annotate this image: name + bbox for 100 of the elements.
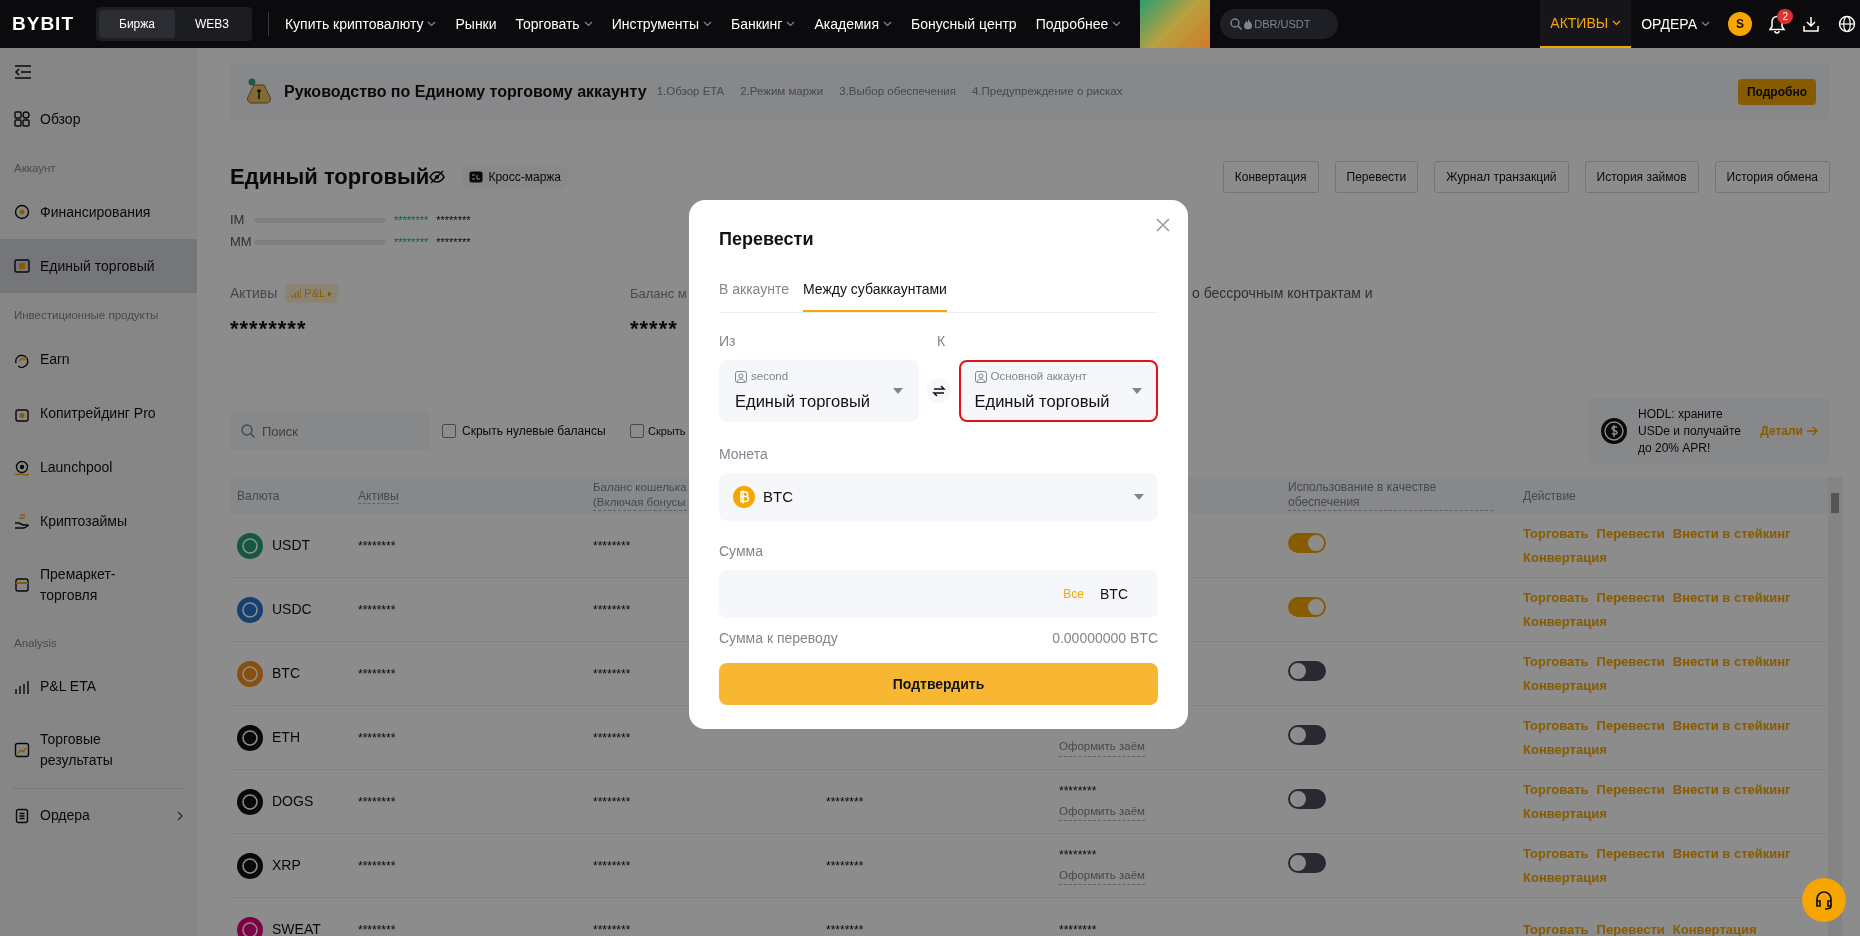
max-link[interactable]: Все: [1063, 585, 1084, 603]
collapse-menu-icon[interactable]: [14, 65, 32, 79]
column-header[interactable]: Валюта: [237, 488, 280, 503]
bell-icon[interactable]: [1768, 14, 1786, 34]
column-header[interactable]: Действие: [1523, 488, 1576, 503]
logo[interactable]: BYBIT: [12, 9, 74, 39]
action-link[interactable]: Внести в стейкинг: [1672, 780, 1791, 800]
segment-tab[interactable]: WEB3: [174, 10, 249, 38]
nav-link[interactable]: Подробнее: [1035, 13, 1122, 35]
sidebar-item[interactable]: Торговые результаты: [0, 713, 197, 786]
loan-link[interactable]: Оформить заём: [1059, 866, 1145, 886]
action-link[interactable]: Конвертация: [1523, 803, 1607, 823]
action-button[interactable]: Журнал транзакций: [1434, 160, 1569, 193]
pnl-tag[interactable]: P&L: [285, 284, 339, 303]
collateral-toggle[interactable]: [1288, 660, 1326, 681]
sidebar-item[interactable]: Копитрейдинг Pro: [0, 386, 197, 441]
sidebar-item[interactable]: Launchpool: [0, 440, 197, 495]
action-link[interactable]: Торговать: [1523, 652, 1589, 672]
nav-link[interactable]: Рынки: [455, 13, 497, 35]
close-icon[interactable]: [1156, 218, 1170, 232]
sidebar-item[interactable]: Единый торговый: [0, 239, 197, 294]
search-field[interactable]: DBR/USDT: [1220, 9, 1339, 39]
info-text: о бессрочным контрактам и: [1192, 285, 1373, 301]
action-link[interactable]: Торговать: [1523, 716, 1589, 736]
details-link[interactable]: Детали: [1760, 422, 1818, 440]
action-link[interactable]: Конвертация: [1523, 675, 1607, 695]
nav-link[interactable]: АКТИВЫ: [1540, 0, 1632, 48]
action-link[interactable]: Торговать: [1523, 844, 1589, 864]
action-button[interactable]: История обмена: [1714, 160, 1830, 193]
action-link[interactable]: Перевести: [1596, 588, 1665, 608]
amount-field[interactable]: Все BTC: [719, 570, 1158, 618]
action-link[interactable]: Перевести: [1596, 652, 1665, 672]
action-link[interactable]: Внести в стейкинг: [1672, 844, 1791, 864]
sidebar-item[interactable]: P&L ETA: [0, 659, 197, 714]
scrollbar[interactable]: [1828, 477, 1842, 936]
segment-tab[interactable]: Биржа: [99, 10, 175, 38]
column-header[interactable]: Баланс кошелька (Включая бонусы: [593, 480, 687, 511]
action-link[interactable]: Торговать: [1523, 919, 1589, 936]
guide-step[interactable]: 2.Режим маржи: [740, 82, 824, 101]
nav-link[interactable]: Торговать: [515, 13, 593, 35]
action-link[interactable]: Перевести: [1596, 524, 1665, 544]
collateral-toggle[interactable]: [1288, 788, 1326, 809]
checkbox[interactable]: [442, 424, 456, 438]
nav-link[interactable]: Инструменты: [611, 13, 712, 35]
action-link[interactable]: Конвертация: [1523, 547, 1607, 567]
action-link[interactable]: Торговать: [1523, 524, 1589, 544]
coin-icon: [237, 532, 263, 559]
collateral-toggle[interactable]: [1288, 532, 1326, 553]
sidebar-item[interactable]: Earn: [0, 332, 197, 387]
download-icon[interactable]: [1802, 15, 1820, 33]
action-link[interactable]: Перевести: [1596, 844, 1665, 864]
nav-link[interactable]: Банкинг: [730, 13, 796, 35]
coin-select[interactable]: BTC: [719, 473, 1158, 521]
sidebar-item[interactable]: Криптозаймы: [0, 494, 197, 549]
action-link[interactable]: Перевести: [1596, 716, 1665, 736]
nav-link[interactable]: ОРДЕРА: [1631, 0, 1720, 48]
action-button[interactable]: Перевести: [1334, 160, 1419, 193]
sidebar-item[interactable]: Обзор: [0, 92, 197, 146]
search-field[interactable]: Поиск: [230, 412, 430, 450]
action-link[interactable]: Перевести: [1596, 919, 1665, 936]
action-link[interactable]: Внести в стейкинг: [1672, 716, 1791, 736]
coin-name: ETH: [272, 728, 300, 747]
column-header[interactable]: Использование в качестве обеспечения: [1288, 480, 1493, 511]
collateral-toggle[interactable]: [1288, 596, 1326, 617]
loan-link[interactable]: Оформить заём: [1059, 738, 1145, 757]
dialog-tab[interactable]: Между субаккаунтами: [803, 279, 947, 312]
table-cell: ********: [358, 667, 396, 681]
confirm-button[interactable]: Подтвердить: [719, 663, 1158, 705]
table-cell: ********: [593, 859, 631, 873]
avatar[interactable]: S: [1728, 12, 1752, 36]
guide-step[interactable]: 3.Выбор обеспечения: [839, 82, 956, 101]
collateral-toggle[interactable]: [1288, 724, 1326, 745]
action-link[interactable]: Конвертация: [1523, 867, 1607, 887]
account-select[interactable]: Основной аккаунт Единый торговый: [958, 360, 1158, 422]
checkbox[interactable]: [630, 424, 644, 438]
nav-link[interactable]: Купить криптовалюту: [284, 13, 437, 35]
details-button[interactable]: Подробно: [1737, 78, 1816, 105]
swap-icon[interactable]: [926, 379, 951, 403]
nav-link[interactable]: Академия: [814, 13, 892, 35]
action-link[interactable]: Конвертация: [1672, 919, 1757, 936]
action-button[interactable]: Конвертация: [1222, 160, 1319, 193]
action-link[interactable]: Конвертация: [1523, 611, 1607, 631]
action-button[interactable]: История займов: [1584, 160, 1699, 193]
action-link[interactable]: Внести в стейкинг: [1672, 524, 1791, 544]
globe-icon[interactable]: [1838, 15, 1856, 33]
action-link[interactable]: Перевести: [1596, 780, 1665, 800]
action-link[interactable]: Внести в стейкинг: [1672, 652, 1791, 672]
collateral-toggle[interactable]: [1288, 852, 1326, 873]
dialog-tab[interactable]: В аккаунте: [719, 279, 789, 312]
action-link[interactable]: Торговать: [1523, 780, 1589, 800]
action-link[interactable]: Внести в стейкинг: [1672, 588, 1791, 608]
sidebar-item[interactable]: Премаркет-торговля: [0, 548, 197, 621]
nav-link[interactable]: Бонусный центр: [911, 13, 1017, 35]
coin-name: DOGS: [272, 792, 314, 811]
account-select[interactable]: second Единый торговый: [719, 360, 919, 422]
guide-step[interactable]: 1.Обзор ETA: [656, 82, 725, 101]
action-link[interactable]: Конвертация: [1523, 739, 1607, 759]
loan-link[interactable]: Оформить заём: [1059, 802, 1145, 822]
action-link[interactable]: Торговать: [1523, 588, 1589, 608]
column-header[interactable]: Активы: [358, 488, 399, 504]
